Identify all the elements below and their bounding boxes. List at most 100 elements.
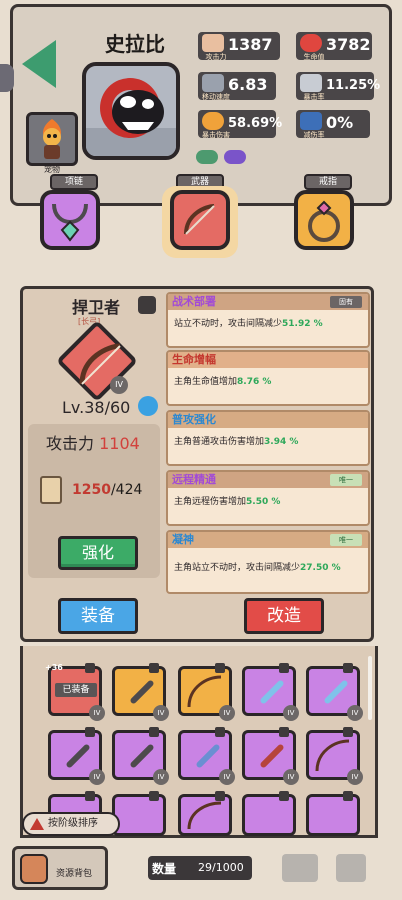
inventory-item[interactable]: IV	[112, 727, 169, 785]
hero-name: 史拉比	[105, 32, 165, 56]
sword-icon	[259, 679, 285, 705]
shield-icon	[300, 112, 322, 130]
lock-icon	[149, 791, 159, 801]
back-arrow-icon	[22, 40, 56, 88]
sort-icon[interactable]	[336, 854, 366, 882]
stat-attack: 1387 攻击力	[198, 32, 280, 61]
affix-4: 远程精通 唯一 主角远程伤害增加5.50 %	[166, 470, 370, 526]
resource-bag-label: 资源背包	[56, 869, 93, 879]
skill-badge-purple[interactable]	[224, 150, 246, 164]
strengthen-button[interactable]: 强化	[58, 536, 138, 570]
damage-reduction-value: 0%	[326, 113, 354, 132]
ring-icon	[308, 200, 340, 242]
boot-icon	[202, 74, 224, 92]
weapon-name: 捍卫者	[72, 298, 121, 317]
affix-text: 主角远程伤害增加	[174, 497, 247, 507]
inventory-item[interactable]: IV	[178, 727, 235, 785]
lock-icon	[215, 663, 225, 673]
crit-damage-value: 58.69%	[228, 116, 283, 131]
affix-value: 5.50 %	[246, 497, 281, 507]
tier-badge: IV	[153, 769, 169, 785]
lock-icon	[343, 791, 353, 801]
stat-move-speed: 6.83 移动速度	[198, 72, 276, 101]
lock-icon	[149, 663, 159, 673]
level-info-icon[interactable]	[138, 396, 158, 416]
tier-badge: IV	[347, 769, 363, 785]
lock-icon	[215, 791, 225, 801]
cost-have: 1250	[72, 482, 111, 498]
inventory-item[interactable]	[242, 791, 296, 836]
affix-value: 3.94 %	[264, 437, 299, 447]
cost-need: /424	[110, 482, 143, 498]
necklace-slot[interactable]	[40, 190, 100, 250]
tier-badge: IV	[153, 705, 169, 721]
fist-icon	[202, 34, 224, 52]
inventory-scrollbar[interactable]	[368, 656, 372, 720]
affix-2: 生命增幅 主角生命值增加8.76 %	[166, 350, 370, 406]
heart-icon	[300, 34, 322, 52]
stat-crit-damage: 58.69% 暴击伤害	[198, 110, 282, 139]
inventory-item[interactable]	[306, 791, 360, 836]
tier-badge: IV	[219, 705, 235, 721]
affix-text: 主角站立不动时，攻击间隔减少	[174, 563, 301, 573]
weapon-slot[interactable]	[170, 190, 230, 250]
affix-tag: 唯一	[330, 534, 362, 546]
stat-crit-rate: 11.25% 暴击率	[296, 72, 380, 101]
damage-reduction-label: 减伤率	[303, 131, 325, 139]
attack-value: 1104	[99, 434, 140, 453]
equipped-badge: 已装备	[55, 683, 97, 697]
ring-slot[interactable]	[294, 190, 354, 250]
attack-value: 1387	[228, 35, 273, 54]
inventory-item[interactable]: IV	[306, 663, 363, 721]
inventory-item[interactable]: IV	[178, 663, 235, 721]
tier-badge: IV	[219, 769, 235, 785]
tier-badge: IV	[89, 705, 105, 721]
lock-icon	[215, 727, 225, 737]
burst-icon	[202, 112, 224, 130]
skill-badge-green[interactable]	[196, 150, 218, 164]
tier-badge: IV	[283, 705, 299, 721]
lock-icon	[343, 663, 353, 673]
lock-icon	[85, 663, 95, 673]
affix-title: 生命增幅	[168, 352, 368, 368]
tier-badge: IV	[347, 705, 363, 721]
tier-badge: IV	[89, 769, 105, 785]
inventory-item[interactable]	[178, 791, 232, 836]
affix-text: 主角生命值增加	[174, 377, 238, 387]
inventory-item[interactable]: +36 已装备 IV	[45, 663, 105, 721]
affix-5: 凝神 唯一 主角站立不动时，攻击间隔减少27.50 %	[166, 530, 370, 594]
ring-slot-label: 戒指	[304, 174, 352, 190]
sword-icon	[129, 679, 155, 705]
reforge-button[interactable]: 改造	[244, 598, 324, 634]
inventory-item[interactable]: IV	[48, 727, 105, 785]
move-speed-value: 6.83	[228, 75, 268, 94]
affix-3: 普攻强化 主角普通攻击伤害增加3.94 %	[166, 410, 370, 466]
affix-value: 51.92 %	[282, 319, 323, 329]
stat-hp: 3782 生命值	[296, 32, 372, 61]
sword-icon	[65, 743, 91, 769]
necklace-icon	[52, 203, 88, 242]
affix-1: 战术部署 固有 站立不动时，攻击间隔减少51.92 %	[166, 292, 370, 348]
inventory-item[interactable]: IV	[112, 663, 169, 721]
sword-icon	[195, 743, 221, 769]
side-drawer-tab[interactable]	[0, 64, 14, 92]
lock-icon	[279, 663, 289, 673]
inventory-item[interactable]: IV	[242, 727, 299, 785]
filter-icon[interactable]	[282, 854, 318, 882]
upgrade-cost: 1250/424	[72, 482, 142, 498]
lock-icon	[343, 727, 353, 737]
warning-triangle-icon	[30, 818, 44, 830]
backpack-icon	[20, 854, 48, 884]
pet-slot[interactable]	[26, 112, 78, 166]
equip-button[interactable]: 装备	[58, 598, 138, 634]
lock-icon[interactable]	[138, 296, 156, 314]
attack-label: 攻击力	[205, 53, 227, 61]
inventory-item[interactable]: IV	[242, 663, 299, 721]
move-speed-label: 移动速度	[202, 93, 230, 101]
inventory-item[interactable]: IV	[306, 727, 363, 785]
inventory-item[interactable]	[112, 791, 166, 836]
affix-value: 8.76 %	[237, 377, 272, 387]
crit-damage-label: 暴击伤害	[202, 131, 230, 139]
lock-icon	[85, 727, 95, 737]
lock-icon	[149, 727, 159, 737]
